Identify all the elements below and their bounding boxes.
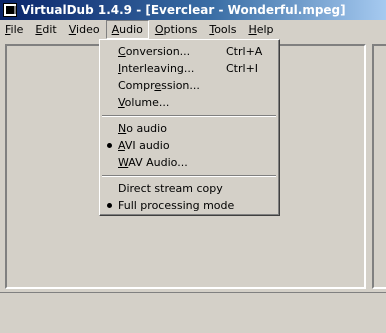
menu-video[interactable]: Video — [63, 20, 106, 39]
menu-edit[interactable]: Edit — [29, 20, 62, 39]
menu-options-mnemonic: O — [154, 23, 164, 36]
menu-item-label: AVI audio — [118, 139, 170, 152]
menu-help[interactable]: Help — [242, 20, 279, 39]
menu-item-label: Direct stream copy — [118, 182, 223, 195]
menu-item-label: WAV Audio... — [118, 156, 188, 169]
menu-item-label: Volume... — [118, 96, 170, 109]
menu-help-label: elp — [256, 23, 274, 36]
menu-audio-mnemonic: A — [111, 23, 120, 36]
output-video-pane — [372, 44, 386, 289]
menu-tools-label: ools — [214, 23, 237, 36]
menu-edit-label: dit — [42, 23, 57, 36]
menu-item-shortcut: Ctrl+I — [226, 62, 259, 75]
menu-item-compression[interactable]: Compression... — [100, 77, 278, 94]
menu-item-wav-audio[interactable]: WAV Audio... — [100, 154, 278, 171]
radio-bullet-icon — [107, 203, 112, 208]
menu-item-no-audio[interactable]: No audio — [100, 120, 278, 137]
menu-separator — [102, 115, 276, 117]
menu-video-label: ideo — [76, 23, 100, 36]
menu-item-label: Conversion... — [118, 45, 191, 58]
menu-file[interactable]: File — [0, 20, 29, 39]
menu-item-volume[interactable]: Volume... — [100, 94, 278, 111]
menu-item-avi-audio[interactable]: AVI audio — [100, 137, 278, 154]
menu-item-label: Compression... — [118, 79, 200, 92]
menu-audio-label: udio — [119, 23, 143, 36]
menu-item-shortcut: Ctrl+A — [226, 45, 263, 58]
menu-item-label: Interleaving... — [118, 62, 195, 75]
menu-help-mnemonic: H — [248, 23, 257, 36]
audio-menu-dropdown: Conversion... Ctrl+A Interleaving... Ctr… — [99, 39, 280, 216]
menu-separator — [102, 175, 276, 177]
menu-item-full-processing-mode[interactable]: Full processing mode — [100, 197, 278, 214]
menu-tools[interactable]: Tools — [203, 20, 242, 39]
app-icon[interactable] — [3, 3, 17, 17]
title-bar[interactable]: VirtualDub 1.4.9 - [Everclear - Wonderfu… — [0, 0, 386, 20]
position-bar — [0, 292, 386, 333]
menu-item-direct-stream-copy[interactable]: Direct stream copy — [100, 180, 278, 197]
menu-item-interleaving[interactable]: Interleaving... Ctrl+I — [100, 60, 278, 77]
menu-bar: File Edit Video Audio Options Tools Help — [0, 20, 386, 39]
menu-file-label: ile — [10, 23, 24, 36]
menu-audio[interactable]: Audio — [105, 20, 149, 39]
menu-video-mnemonic: V — [68, 23, 77, 36]
menu-item-label: Full processing mode — [118, 199, 235, 212]
radio-bullet-icon — [107, 143, 112, 148]
menu-options-label: ptions — [163, 23, 198, 36]
menu-options[interactable]: Options — [149, 20, 203, 39]
menu-item-conversion[interactable]: Conversion... Ctrl+A — [100, 43, 278, 60]
menu-item-label: No audio — [118, 122, 167, 135]
window-title: VirtualDub 1.4.9 - [Everclear - Wonderfu… — [21, 3, 346, 17]
